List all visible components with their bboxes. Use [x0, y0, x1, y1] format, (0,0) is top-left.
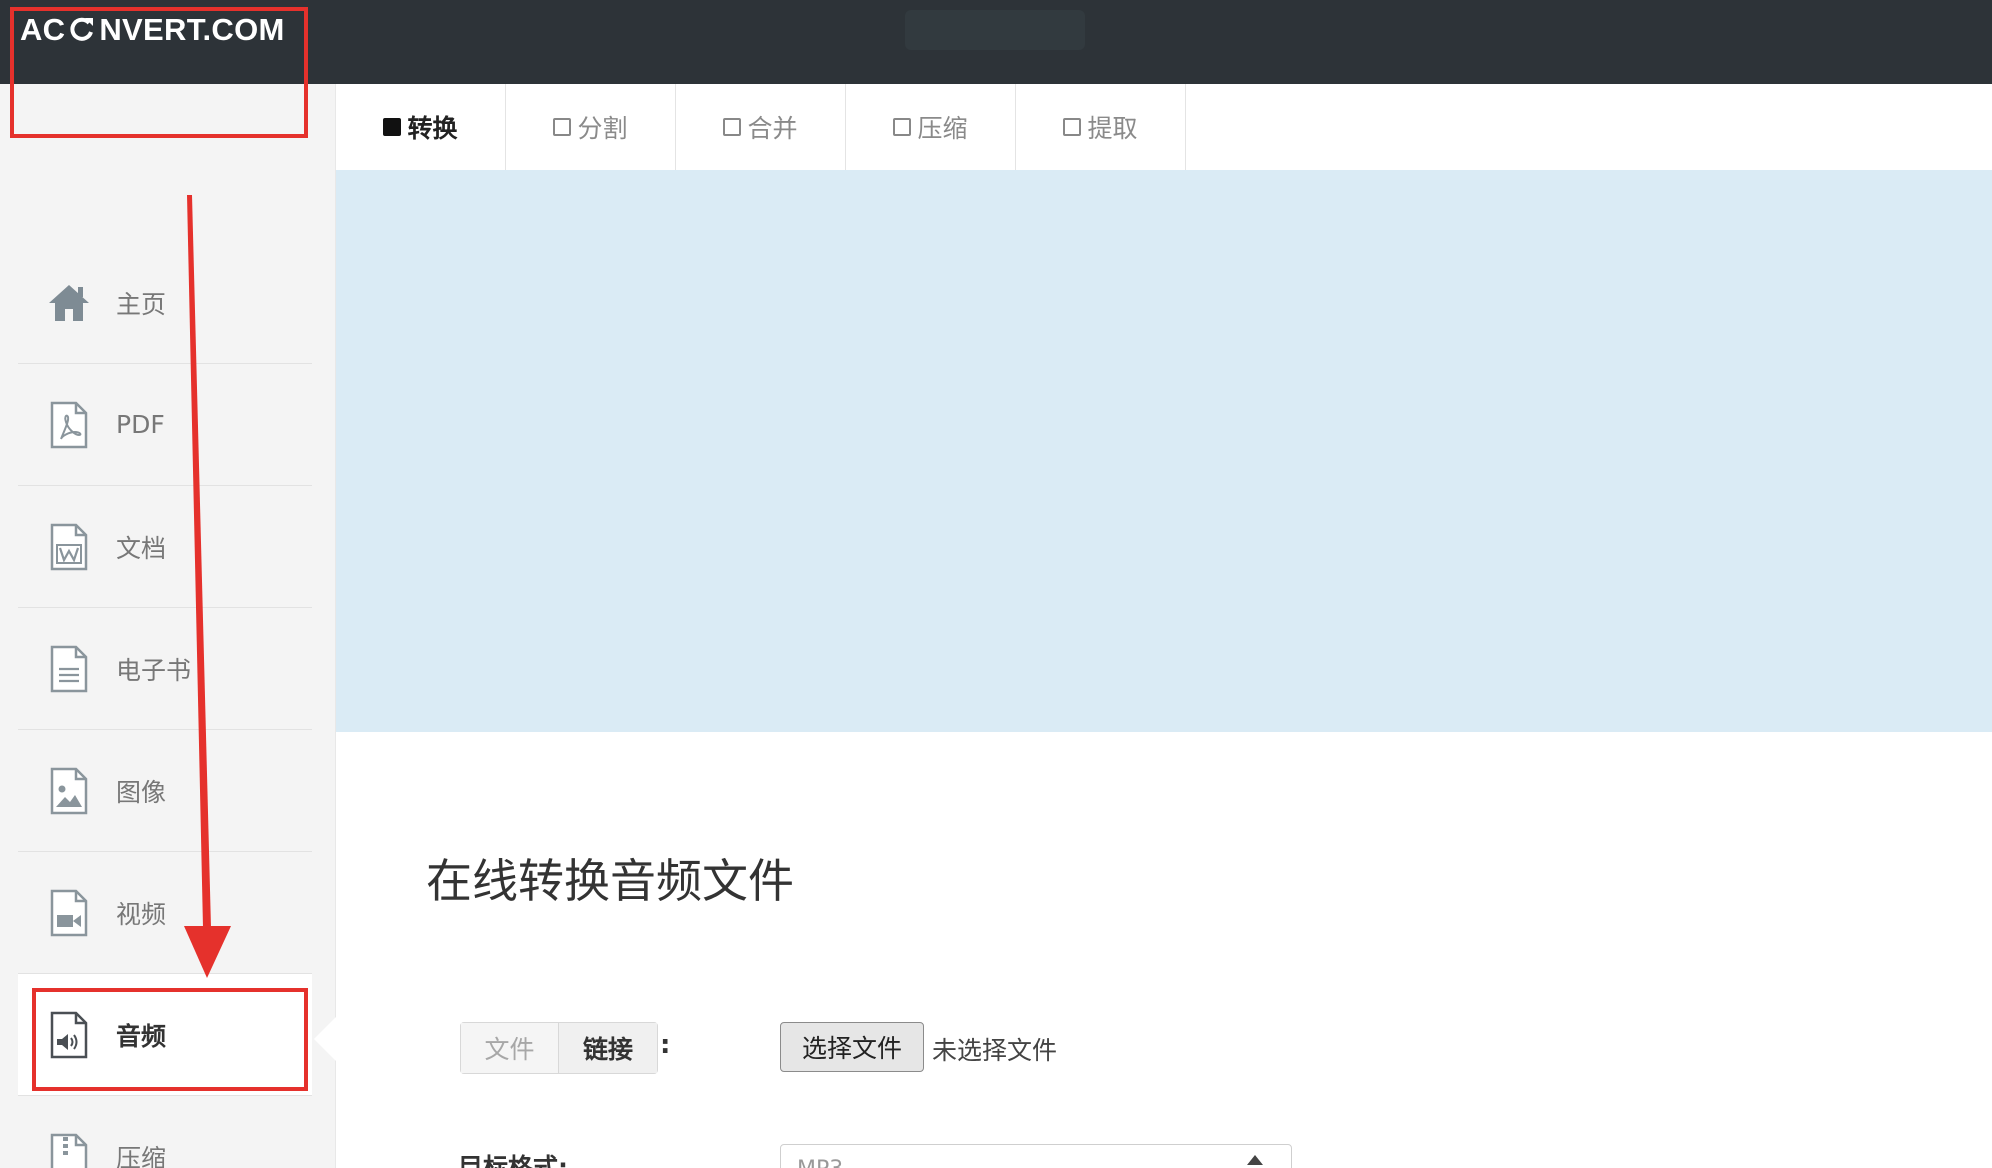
page-root: AC NVERT.COM 主页 PDF 文档 电子书 图像 视频 音频 压缩 转…	[0, 0, 1992, 1168]
annotation-arrow	[184, 195, 231, 978]
